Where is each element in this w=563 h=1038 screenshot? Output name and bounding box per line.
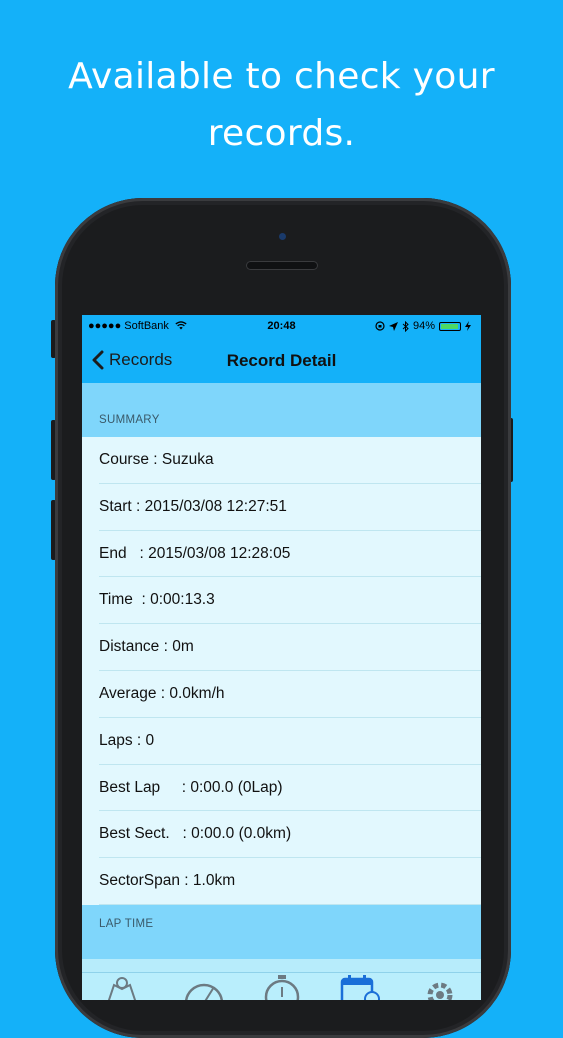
promo-headline: Available to check your records. — [0, 48, 563, 162]
app-screen: ●●●●● SoftBank 20:48 94% Records Record … — [82, 315, 481, 1000]
status-right: 94% — [375, 320, 471, 332]
map-icon[interactable] — [104, 975, 140, 1000]
calendar-icon[interactable] — [338, 975, 382, 1000]
status-bar: ●●●●● SoftBank 20:48 94% — [82, 315, 481, 338]
navigation-bar: Records Record Detail — [82, 338, 481, 383]
rotation-lock-icon — [375, 321, 385, 331]
list-item[interactable]: SectorSpan : 1.0km — [82, 858, 481, 905]
charging-icon — [465, 321, 471, 331]
lap-time-section-header: LAP TIME — [82, 905, 481, 959]
bluetooth-icon — [402, 320, 409, 332]
summary-list: Course : Suzuka Start : 2015/03/08 12:27… — [82, 437, 481, 905]
battery-icon — [439, 321, 461, 331]
stopwatch-icon[interactable] — [260, 975, 304, 1000]
list-item[interactable]: End : 2015/03/08 12:28:05 — [82, 530, 481, 578]
gear-icon[interactable] — [418, 975, 462, 1000]
headline-line-2: records. — [207, 113, 356, 154]
battery-percent: 94% — [412, 320, 435, 332]
phone-speaker — [246, 261, 318, 270]
list-item[interactable]: Start : 2015/03/08 12:27:51 — [82, 483, 481, 531]
list-item[interactable]: Course : Suzuka — [82, 437, 481, 484]
list-item[interactable]: Distance : 0m — [82, 624, 481, 671]
page-title: Record Detail — [226, 351, 337, 370]
list-item[interactable]: Average : 0.0km/h — [82, 670, 481, 718]
headline-line-1: Available to check your — [68, 56, 495, 97]
tab-bar — [82, 972, 481, 1000]
list-item[interactable]: Best Lap : 0:00.0 (0Lap) — [82, 764, 481, 812]
speedometer-icon[interactable] — [182, 975, 226, 1000]
phone-camera — [279, 233, 286, 240]
list-item[interactable]: Best Sect. : 0:00.0 (0.0km) — [82, 811, 481, 859]
list-item[interactable]: Laps : 0 — [82, 717, 481, 765]
list-item[interactable]: Time : 0:00:13.3 — [82, 577, 481, 625]
location-arrow-icon — [388, 321, 398, 331]
summary-section-header: SUMMARY — [82, 383, 481, 437]
